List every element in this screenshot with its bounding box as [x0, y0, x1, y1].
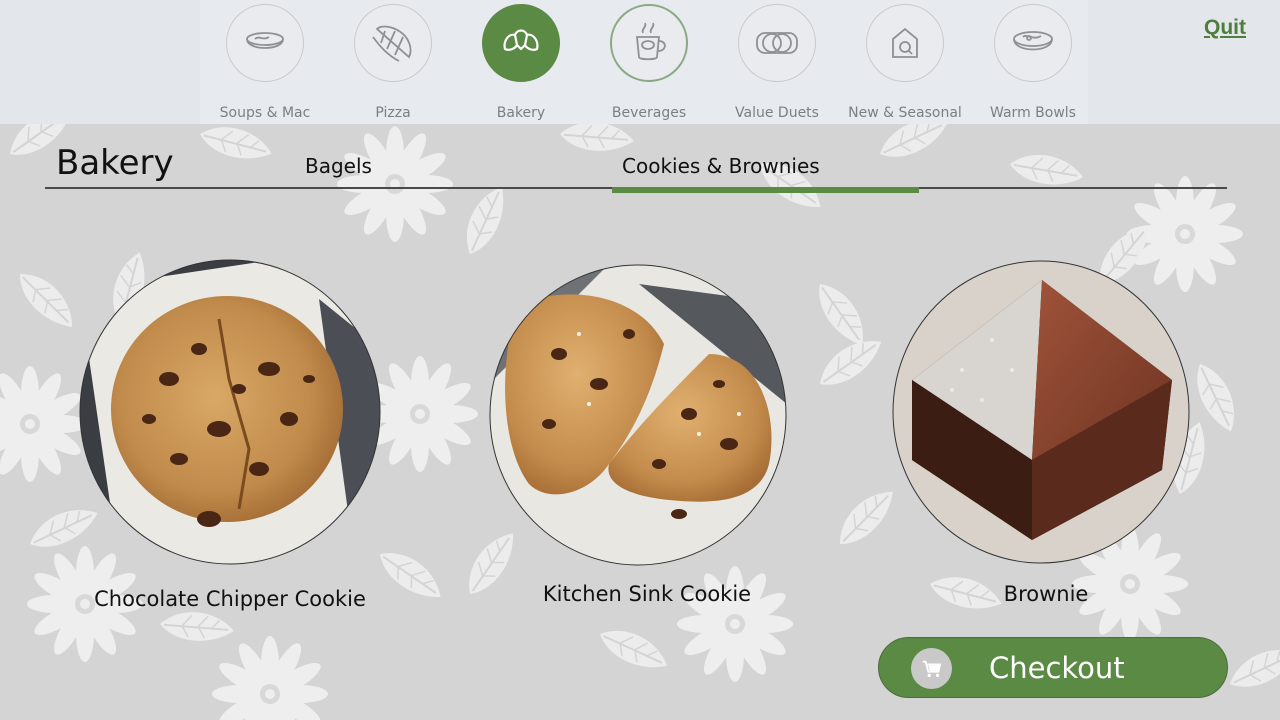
category-value-duets[interactable]: Value Duets	[712, 0, 840, 124]
checkout-label: Checkout	[989, 651, 1125, 685]
category-beverages[interactable]: Beverages	[584, 0, 712, 124]
page-title: Bakery	[56, 143, 174, 183]
pizza-icon	[354, 4, 432, 82]
quit-link[interactable]: Quit	[1204, 16, 1246, 40]
chocolate-chipper-cookie-image	[79, 259, 381, 565]
soup-bowl-icon	[226, 4, 304, 82]
category-warm-bowls[interactable]: Warm Bowls	[968, 0, 1096, 124]
house-icon	[866, 4, 944, 82]
product-name: Kitchen Sink Cookie	[542, 582, 752, 606]
category-nav: Soups & Mac Pizza Bakery Beverages Value	[0, 0, 1280, 124]
category-soups-mac[interactable]: Soups & Mac	[200, 0, 328, 124]
kitchen-sink-cookie-image	[489, 264, 787, 566]
croissant-icon	[482, 4, 560, 82]
product-name: Chocolate Chipper Cookie	[94, 587, 366, 611]
coffee-cup-icon	[610, 4, 688, 82]
warm-bowl-icon	[994, 4, 1072, 82]
active-tab-indicator	[612, 187, 919, 193]
tab-bagels[interactable]: Bagels	[305, 154, 372, 178]
brownie-image	[892, 260, 1190, 564]
cart-icon	[911, 648, 952, 689]
tab-cookies-brownies[interactable]: Cookies & Brownies	[622, 154, 820, 178]
category-pizza[interactable]: Pizza	[328, 0, 456, 124]
linked-rings-icon	[738, 4, 816, 82]
category-strip: Soups & Mac Pizza Bakery Beverages Value	[200, 0, 1088, 124]
checkout-button[interactable]: Checkout	[878, 637, 1228, 698]
category-bakery[interactable]: Bakery	[456, 0, 584, 124]
product-name: Brownie	[1003, 582, 1089, 606]
category-new-seasonal[interactable]: New & Seasonal	[840, 0, 968, 124]
category-label: Warm Bowls	[990, 105, 1076, 121]
